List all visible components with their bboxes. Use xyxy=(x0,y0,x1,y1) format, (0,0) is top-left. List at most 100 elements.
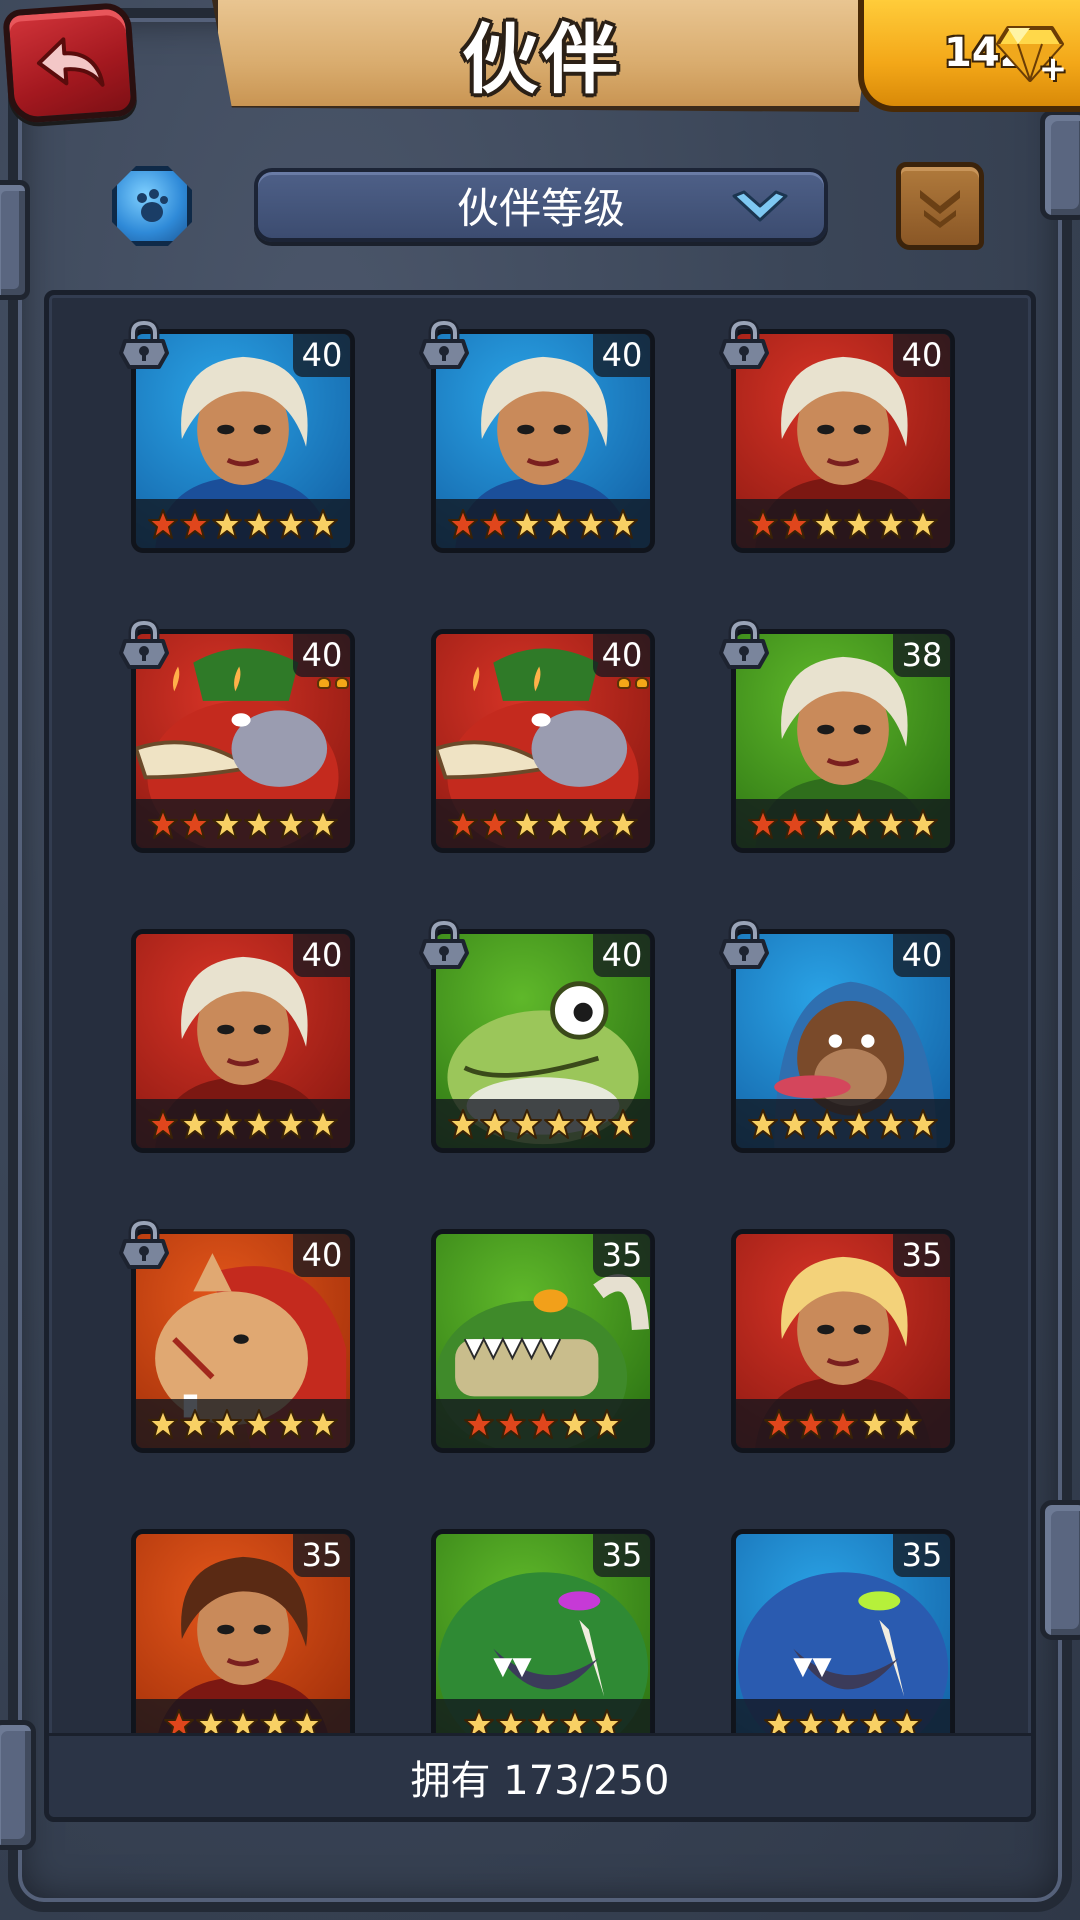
upgrade-pips xyxy=(609,677,649,691)
companion-level: 40 xyxy=(293,933,351,977)
lock-icon xyxy=(119,619,169,669)
owned-count-bar: 拥有 173/250 xyxy=(49,1733,1031,1817)
red-star-icon xyxy=(780,509,810,539)
frame-rock xyxy=(1040,1500,1080,1640)
chevron-down-icon xyxy=(732,190,788,222)
filter-button[interactable] xyxy=(112,166,192,246)
companion-card[interactable]: 40 xyxy=(431,629,655,853)
gold-star-icon xyxy=(544,809,574,839)
pip-icon xyxy=(617,677,631,689)
lock-icon xyxy=(719,319,769,369)
companion-card[interactable]: 40 xyxy=(119,1219,355,1453)
gold-star-icon xyxy=(876,509,906,539)
red-star-icon xyxy=(148,1109,178,1139)
companion-card[interactable]: 40 xyxy=(119,319,355,553)
upgrade-pips xyxy=(309,677,349,691)
red-star-icon xyxy=(448,809,478,839)
companion-level: 40 xyxy=(893,333,951,377)
lock-icon xyxy=(119,1219,169,1269)
gold-star-icon xyxy=(844,1109,874,1139)
gold-star-icon xyxy=(244,509,274,539)
red-star-icon xyxy=(148,809,178,839)
gold-star-icon xyxy=(876,809,906,839)
frame-rock xyxy=(0,180,30,300)
companion-level: 35 xyxy=(293,1533,351,1577)
companion-card[interactable]: 35 xyxy=(431,1229,655,1453)
gold-star-icon xyxy=(276,809,306,839)
companion-level: 40 xyxy=(593,333,651,377)
companion-level: 35 xyxy=(593,1533,651,1577)
red-star-icon xyxy=(796,1409,826,1439)
pip-icon xyxy=(317,677,331,689)
companion-level: 38 xyxy=(893,633,951,677)
gold-star-icon xyxy=(212,509,242,539)
companion-card[interactable]: 38 xyxy=(719,619,955,853)
red-star-icon xyxy=(528,1409,558,1439)
red-star-icon xyxy=(464,1409,494,1439)
red-star-icon xyxy=(764,1409,794,1439)
companion-card[interactable]: 40 xyxy=(131,929,355,1153)
red-star-icon xyxy=(148,509,178,539)
red-star-icon xyxy=(828,1409,858,1439)
frame-rock xyxy=(1040,110,1080,220)
gold-star-icon xyxy=(212,1409,242,1439)
scroll-menu-button[interactable] xyxy=(896,162,984,250)
gold-star-icon xyxy=(212,1109,242,1139)
red-star-icon xyxy=(780,809,810,839)
star-rating xyxy=(735,1399,951,1449)
gold-star-icon xyxy=(276,1109,306,1139)
companion-card[interactable]: 40 xyxy=(719,319,955,553)
companion-card[interactable]: 40 xyxy=(419,319,655,553)
red-star-icon xyxy=(480,509,510,539)
companion-level: 35 xyxy=(893,1533,951,1577)
companion-panel: 40 40 40 40 40 38 40 40 40 40 35 35 35 35 35 拥有 173/25… xyxy=(44,290,1036,1822)
gold-star-icon xyxy=(812,809,842,839)
companion-card[interactable]: 40 xyxy=(119,619,355,853)
lock-icon xyxy=(719,619,769,669)
gold-star-icon xyxy=(876,1109,906,1139)
back-arrow-icon xyxy=(36,37,105,87)
gold-star-icon xyxy=(844,809,874,839)
companion-level: 40 xyxy=(293,1233,351,1277)
red-star-icon xyxy=(180,809,210,839)
companion-card[interactable]: 40 xyxy=(719,919,955,1153)
companion-level: 40 xyxy=(593,933,651,977)
lock-icon xyxy=(419,319,469,369)
red-star-icon xyxy=(748,509,778,539)
gold-star-icon xyxy=(244,1409,274,1439)
star-rating xyxy=(135,1099,351,1149)
companion-card[interactable]: 35 xyxy=(731,1229,955,1453)
owned-count: 拥有 173/250 xyxy=(410,1757,670,1804)
companion-card[interactable]: 35 xyxy=(731,1529,955,1743)
companion-level: 40 xyxy=(893,933,951,977)
companion-card[interactable]: 35 xyxy=(431,1529,655,1743)
gold-star-icon xyxy=(908,509,938,539)
gem-counter[interactable]: 142 + xyxy=(858,0,1080,112)
gold-star-icon xyxy=(892,1409,922,1439)
gold-star-icon xyxy=(812,509,842,539)
star-rating xyxy=(135,1399,351,1449)
red-star-icon xyxy=(180,509,210,539)
sort-dropdown[interactable]: 伙伴等级 xyxy=(254,168,828,242)
gold-star-icon xyxy=(276,1409,306,1439)
gold-star-icon xyxy=(448,1109,478,1139)
pip-icon xyxy=(335,677,349,689)
gold-star-icon xyxy=(308,509,338,539)
sort-dropdown-label: 伙伴等级 xyxy=(456,183,625,233)
companion-card[interactable]: 35 xyxy=(131,1529,355,1743)
lock-icon xyxy=(719,919,769,969)
gold-star-icon xyxy=(592,1409,622,1439)
companion-card[interactable]: 40 xyxy=(419,919,655,1153)
companion-level: 40 xyxy=(293,333,351,377)
gold-star-icon xyxy=(608,1109,638,1139)
gold-star-icon xyxy=(308,809,338,839)
companion-level: 40 xyxy=(593,633,651,677)
gold-star-icon xyxy=(512,1109,542,1139)
frame-rock xyxy=(0,1720,36,1850)
gold-star-icon xyxy=(860,1409,890,1439)
back-button[interactable] xyxy=(2,1,138,125)
add-gems-icon: + xyxy=(1038,49,1068,89)
gold-star-icon xyxy=(560,1409,590,1439)
gold-star-icon xyxy=(844,509,874,539)
gold-star-icon xyxy=(308,1109,338,1139)
